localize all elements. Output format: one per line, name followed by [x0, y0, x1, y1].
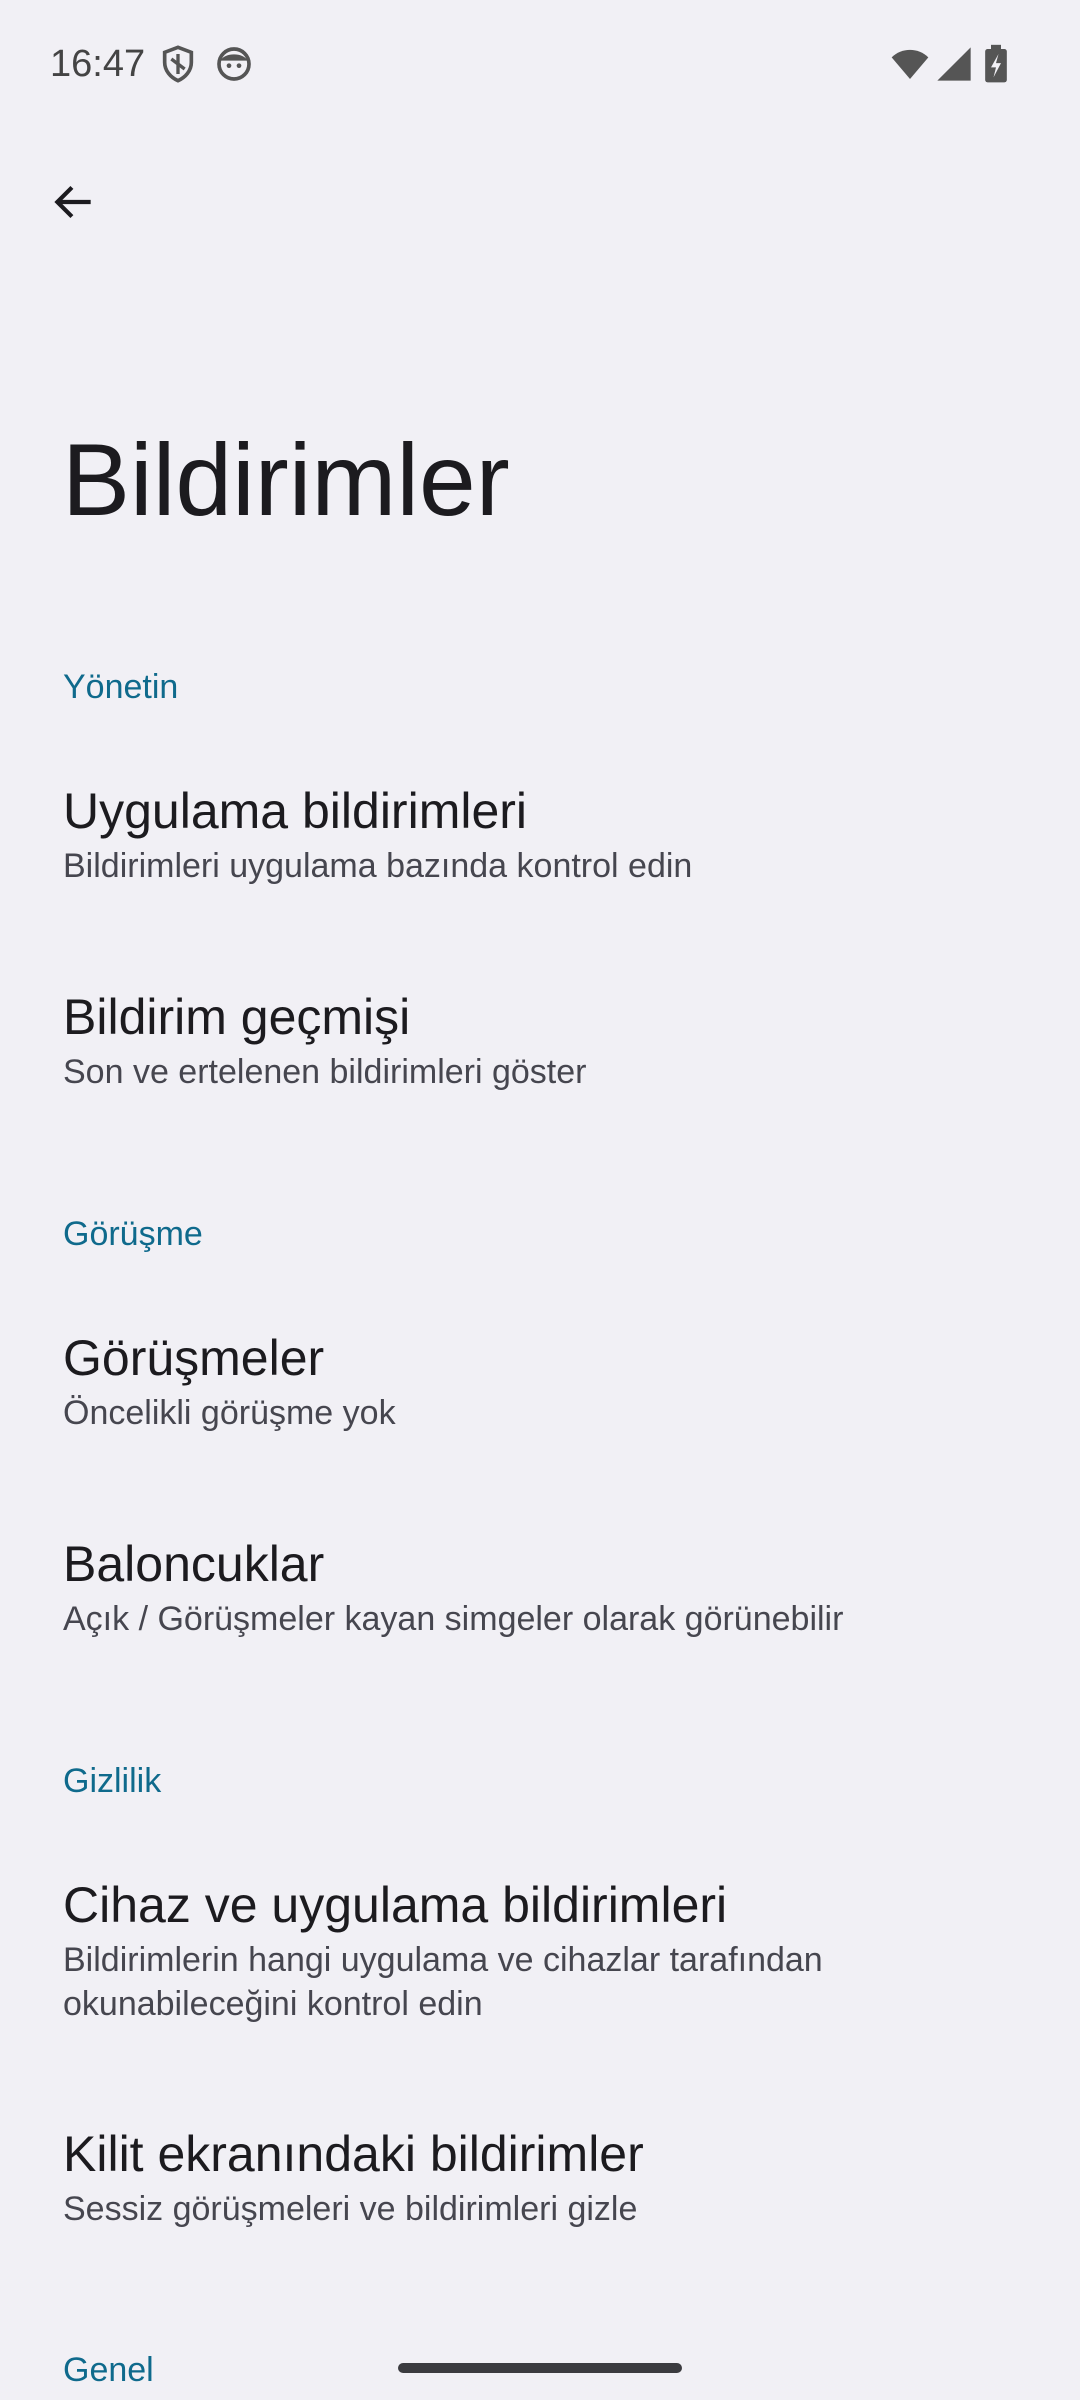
item-title: Görüşmeler [63, 1330, 325, 1386]
status-bar: 16:47 [0, 0, 1080, 128]
section-header-general: Genel [63, 2351, 154, 2389]
bubbles-item[interactable]: Baloncuklar Açık / Görüşmeler kayan simg… [0, 1533, 1080, 1641]
item-title: Bildirim geçmişi [63, 989, 411, 1045]
battery-charging-icon [980, 44, 1012, 84]
navigation-handle[interactable] [398, 2363, 682, 2373]
signal-icon [934, 44, 974, 84]
face-icon [214, 44, 254, 84]
item-subtitle: Son ve ertelenen bildirimleri göster [63, 1053, 587, 1091]
wifi-icon [888, 44, 932, 84]
item-title: Cihaz ve uygulama bildirimleri [63, 1877, 728, 1933]
section-header-manage: Yönetin [63, 668, 179, 706]
device-app-notifications-item[interactable]: Cihaz ve uygulama bildirimleri Bildiriml… [0, 1874, 1080, 2026]
page-title: Bildirimler [62, 423, 510, 537]
section-header-conversation: Görüşme [63, 1215, 203, 1253]
item-title: Kilit ekranındaki bildirimler [63, 2126, 644, 2182]
section-header-privacy: Gizlilik [63, 1762, 162, 1800]
conversations-item[interactable]: Görüşmeler Öncelikli görüşme yok [0, 1327, 1080, 1435]
item-subtitle: Açık / Görüşmeler kayan simgeler olarak … [63, 1600, 844, 1638]
item-subtitle: Bildirimlerin hangi uygulama ve cihazlar… [63, 1941, 823, 2023]
item-title: Uygulama bildirimleri [63, 783, 528, 839]
back-button[interactable] [36, 164, 112, 240]
shield-icon [158, 44, 198, 84]
arrow-left-icon [54, 185, 91, 219]
lock-screen-notifications-item[interactable]: Kilit ekranındaki bildirimler Sessiz gör… [0, 2123, 1080, 2231]
notification-history-item[interactable]: Bildirim geçmişi Son ve ertelenen bildir… [0, 986, 1080, 1094]
item-subtitle: Öncelikli görüşme yok [63, 1394, 396, 1432]
app-notifications-item[interactable]: Uygulama bildirimleri Bildirimleri uygul… [0, 780, 1080, 888]
item-subtitle: Bildirimleri uygulama bazında kontrol ed… [63, 847, 693, 885]
item-title: Baloncuklar [63, 1536, 325, 1592]
item-subtitle: Sessiz görüşmeleri ve bildirimleri gizle [63, 2190, 638, 2228]
status-time: 16:47 [50, 43, 146, 85]
